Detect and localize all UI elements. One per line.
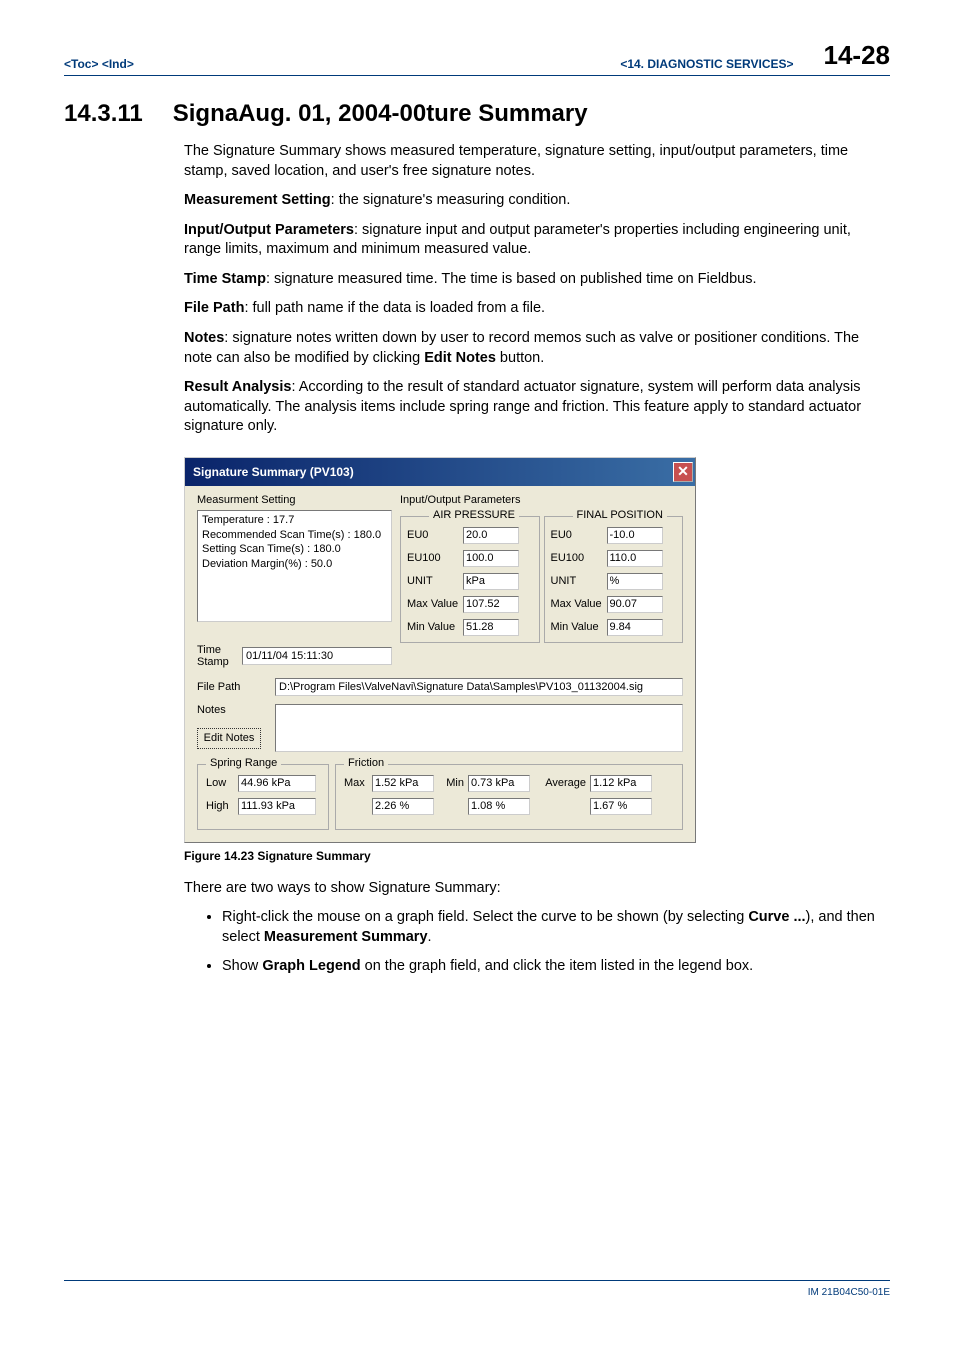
notes-label: Notes [197, 704, 267, 716]
bullet-1: Right-click the mouse on a graph field. … [222, 908, 890, 947]
fp-eu100-field[interactable] [607, 550, 663, 567]
figure-caption: Figure 14.23 Signature Summary [184, 849, 890, 863]
chapter-link[interactable]: <14. DIAGNOSTIC SERVICES> [620, 57, 793, 71]
friction-max-field[interactable] [372, 775, 434, 792]
air-pressure-group: AIR PRESSURE EU0 EU100 UNIT Max Value Mi… [400, 516, 540, 643]
friction-min-field[interactable] [468, 775, 530, 792]
edit-notes-button[interactable]: Edit Notes [197, 728, 261, 749]
air-pressure-legend: AIR PRESSURE [429, 509, 519, 521]
fp-unit-field[interactable] [607, 573, 663, 590]
notes-textarea[interactable] [275, 704, 683, 752]
io-parameters-label: Input/Output Parameters [400, 492, 683, 510]
time-stamp-label: Time Stamp [197, 644, 234, 668]
signature-summary-dialog: Signature Summary (PV103) ✕ Measurment S… [184, 457, 696, 843]
dialog-titlebar[interactable]: Signature Summary (PV103) ✕ [185, 458, 695, 486]
ap-unit-field[interactable] [463, 573, 519, 590]
two-ways-intro: There are two ways to show Signature Sum… [184, 879, 890, 899]
section-title: SignaAug. 01, 2004-00ture Summary [173, 100, 588, 128]
friction-avg-pct-field[interactable] [590, 798, 652, 815]
ap-eu100-field[interactable] [463, 550, 519, 567]
def-notes: Notes: signature notes written down by u… [184, 329, 890, 368]
dialog-title-text: Signature Summary (PV103) [193, 465, 354, 479]
spring-range-legend: Spring Range [206, 757, 281, 769]
intro-paragraph: The Signature Summary shows measured tem… [184, 142, 890, 181]
page-number: 14-28 [824, 40, 891, 71]
friction-legend: Friction [344, 757, 388, 769]
final-position-group: FINAL POSITION EU0 EU100 UNIT Max Value … [544, 516, 684, 643]
header-rule [64, 75, 890, 76]
file-path-label: File Path [197, 681, 267, 693]
def-file-path: File Path: full path name if the data is… [184, 299, 890, 319]
ap-eu0-field[interactable] [463, 527, 519, 544]
def-io-parameters: Input/Output Parameters: signature input… [184, 221, 890, 260]
ap-min-field[interactable] [463, 619, 519, 636]
section-heading: 14.3.11 SignaAug. 01, 2004-00ture Summar… [64, 100, 890, 128]
friction-group: Friction Max Min Average [335, 764, 683, 830]
footer-docid: IM 21B04C50-01E [0, 1281, 954, 1318]
spring-range-group: Spring Range Low High [197, 764, 329, 830]
final-position-legend: FINAL POSITION [573, 509, 667, 521]
close-icon[interactable]: ✕ [673, 462, 693, 482]
fp-min-field[interactable] [607, 619, 663, 636]
fp-eu0-field[interactable] [607, 527, 663, 544]
spring-low-field[interactable] [238, 775, 316, 792]
def-measurement-setting: Measurement Setting: the signature's mea… [184, 191, 890, 211]
bullet-2: Show Graph Legend on the graph field, an… [222, 957, 890, 977]
measurement-setting-label: Measurment Setting [197, 492, 392, 510]
def-time-stamp: Time Stamp: signature measured time. The… [184, 270, 890, 290]
measurement-setting-box: Temperature : 17.7 Recommended Scan Time… [197, 510, 392, 622]
ind-link[interactable]: <Ind> [102, 57, 134, 71]
friction-max-pct-field[interactable] [372, 798, 434, 815]
ap-max-field[interactable] [463, 596, 519, 613]
def-result-analysis: Result Analysis: According to the result… [184, 378, 890, 437]
friction-min-pct-field[interactable] [468, 798, 530, 815]
spring-high-field[interactable] [238, 798, 316, 815]
page-header: <Toc> <Ind> <14. DIAGNOSTIC SERVICES> 14… [64, 40, 890, 71]
time-stamp-field[interactable] [242, 647, 392, 665]
section-number: 14.3.11 [64, 100, 143, 128]
toc-link[interactable]: <Toc> [64, 57, 98, 71]
file-path-field[interactable] [275, 678, 683, 696]
friction-avg-field[interactable] [590, 775, 652, 792]
fp-max-field[interactable] [607, 596, 663, 613]
